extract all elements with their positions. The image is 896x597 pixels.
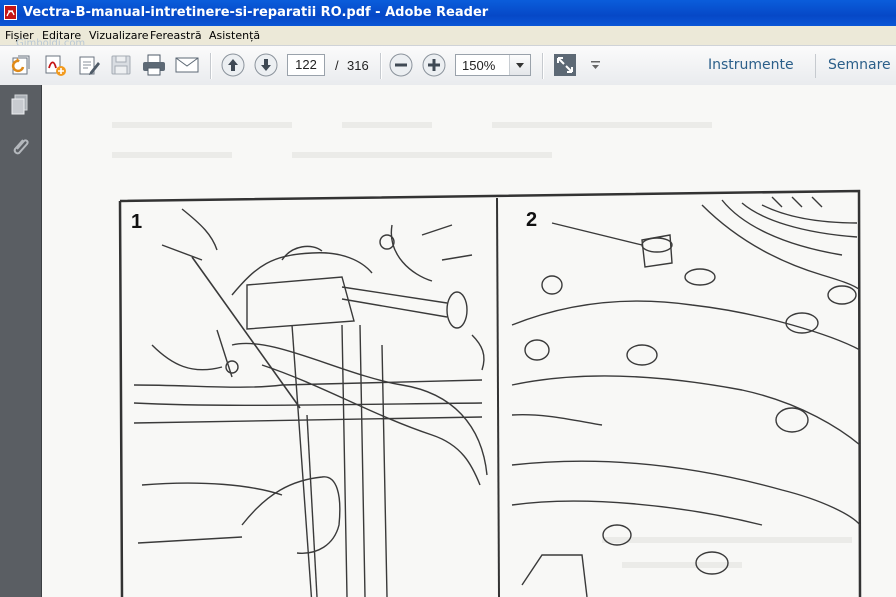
page-number-input[interactable]: 122 bbox=[287, 54, 325, 76]
page-down-icon[interactable] bbox=[254, 53, 278, 77]
zoom-out-icon[interactable] bbox=[389, 53, 413, 77]
figure-label-1: 1 bbox=[131, 211, 142, 233]
figure-label-2: 2 bbox=[526, 209, 537, 231]
menu-help[interactable]: Asistență bbox=[209, 29, 260, 42]
zoom-in-icon[interactable] bbox=[422, 53, 446, 77]
window-title: Vectra-B-manual-intretinere-si-reparatii… bbox=[23, 5, 489, 20]
page-separator: / bbox=[335, 58, 339, 73]
print-icon[interactable] bbox=[142, 53, 166, 77]
menu-view[interactable]: Vizualizare bbox=[89, 29, 149, 42]
save-icon[interactable] bbox=[109, 53, 133, 77]
chevron-down-icon bbox=[516, 63, 524, 68]
document-view[interactable]: 1 2 bbox=[42, 85, 896, 597]
navigation-panel bbox=[0, 85, 42, 597]
zoom-dropdown-button[interactable] bbox=[509, 55, 530, 75]
toolbar-options-icon[interactable] bbox=[591, 61, 600, 70]
zoom-select[interactable]: 150% bbox=[455, 54, 531, 76]
open-icon[interactable] bbox=[10, 53, 34, 77]
title-bar: Vectra-B-manual-intretinere-si-reparatii… bbox=[0, 0, 896, 26]
create-pdf-icon[interactable] bbox=[43, 53, 67, 77]
toolbar: 122 / 316 150% Instrumente Semnare bbox=[0, 45, 896, 86]
attachments-icon[interactable] bbox=[8, 135, 32, 159]
pdf-page-illustration: 1 2 bbox=[42, 85, 896, 597]
toolbar-separator bbox=[210, 53, 212, 79]
zoom-value: 150% bbox=[462, 58, 496, 73]
menu-bar: Fișier Editare Vizualizare Fereastră Asi… bbox=[0, 26, 896, 45]
tools-button[interactable]: Instrumente bbox=[708, 57, 794, 73]
toolbar-separator bbox=[542, 53, 544, 79]
email-icon[interactable] bbox=[175, 53, 199, 77]
total-pages: 316 bbox=[347, 58, 369, 73]
toolbar-separator bbox=[815, 54, 816, 78]
pdf-app-icon bbox=[4, 5, 17, 20]
sign-button[interactable]: Semnare bbox=[828, 57, 891, 73]
edit-icon[interactable] bbox=[77, 53, 101, 77]
menu-window[interactable]: Fereastră bbox=[150, 29, 202, 42]
fit-page-icon[interactable] bbox=[553, 53, 577, 77]
page-up-icon[interactable] bbox=[221, 53, 245, 77]
pages-panel-icon[interactable] bbox=[8, 93, 32, 117]
toolbar-separator bbox=[380, 53, 382, 79]
